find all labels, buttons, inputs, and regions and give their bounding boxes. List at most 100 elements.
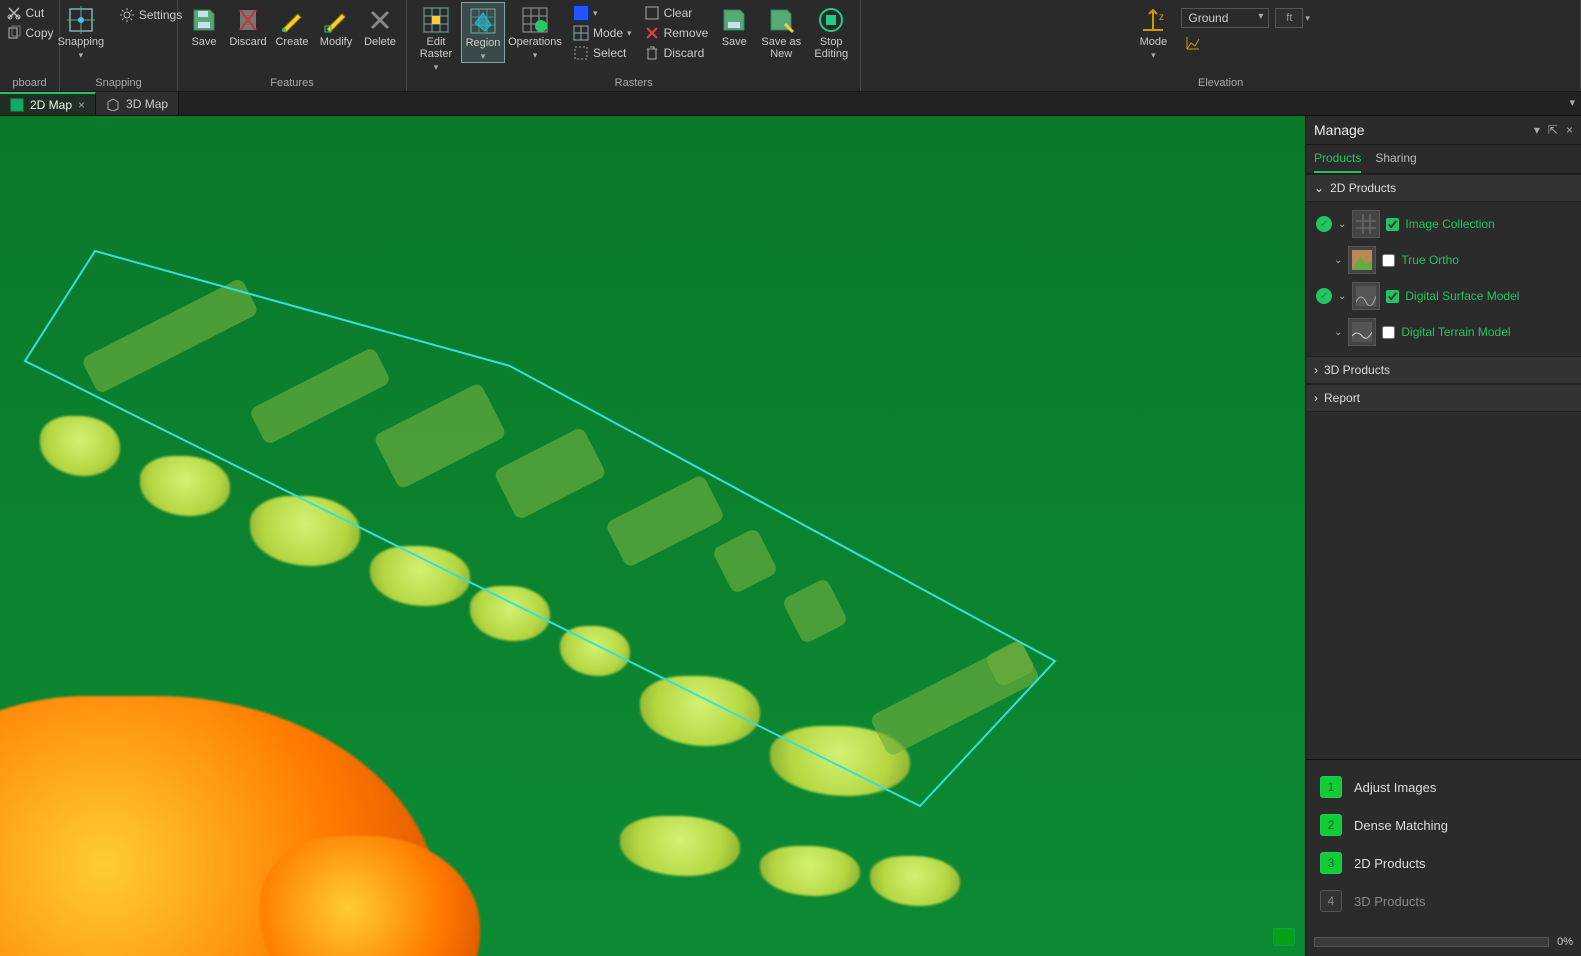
elevation-mode-button[interactable]: z Mode▾ bbox=[1131, 2, 1175, 61]
step-number: 3 bbox=[1320, 852, 1342, 874]
item-dtm[interactable]: ⌄ Digital Terrain Model bbox=[1314, 314, 1577, 350]
region-label: Region bbox=[466, 37, 501, 49]
pin-icon[interactable]: ⇱ bbox=[1548, 123, 1558, 137]
copy-label: Copy bbox=[26, 26, 54, 40]
dtm-checkbox[interactable] bbox=[1382, 326, 1395, 339]
image-collection-label: Image Collection bbox=[1405, 217, 1494, 231]
step-label: 2D Products bbox=[1354, 856, 1426, 871]
step-3d-products[interactable]: 43D Products bbox=[1314, 882, 1573, 920]
tab-3d-map[interactable]: 3D Map bbox=[96, 92, 179, 115]
raster-saveas-button[interactable]: Save as New bbox=[756, 2, 806, 60]
discard-icon bbox=[234, 6, 262, 34]
map-3d-icon bbox=[106, 97, 120, 111]
cut-button[interactable]: Cut bbox=[2, 4, 58, 22]
features-save-button[interactable]: Save bbox=[182, 2, 226, 48]
elevation-surface-select[interactable]: Ground bbox=[1181, 8, 1269, 28]
features-create-label: Create bbox=[275, 36, 308, 48]
pane-menu-icon[interactable]: ▾ bbox=[1534, 123, 1540, 137]
chevron-down-icon[interactable]: ⌄ bbox=[1334, 255, 1342, 266]
section-2d-products[interactable]: ⌄ 2D Products bbox=[1306, 174, 1581, 202]
chevron-down-icon[interactable]: ⌄ bbox=[1338, 291, 1346, 302]
dsm-thumb bbox=[1352, 282, 1380, 310]
chevron-down-icon[interactable]: ⌄ bbox=[1338, 219, 1346, 230]
save-icon bbox=[720, 6, 748, 34]
snapping-group-label: Snapping bbox=[60, 77, 177, 89]
section-3d-products[interactable]: › 3D Products bbox=[1306, 356, 1581, 384]
close-icon[interactable]: × bbox=[1566, 123, 1573, 137]
tab-products[interactable]: Products bbox=[1314, 151, 1361, 173]
operations-button[interactable]: Operations▾ bbox=[505, 2, 565, 61]
ribbon: Cut Copy pboard Snapping ▾ Settings Snap… bbox=[0, 0, 1581, 92]
dsm-checkbox[interactable] bbox=[1386, 290, 1399, 303]
dtm-thumb bbox=[1348, 318, 1376, 346]
edit-raster-button[interactable]: Edit Raster▾ bbox=[411, 2, 461, 73]
elevation-extra-button[interactable] bbox=[1181, 34, 1310, 52]
features-group-label: Features bbox=[178, 77, 406, 89]
rasters-group-label: Rasters bbox=[407, 77, 860, 89]
map-overview-icon[interactable] bbox=[1273, 928, 1295, 946]
elevation-group: z Mode▾ Ground ft ▾ Elevation bbox=[861, 0, 1581, 91]
section-report[interactable]: › Report bbox=[1306, 384, 1581, 412]
item-image-collection[interactable]: ✓ ⌄ Image Collection bbox=[1314, 206, 1577, 242]
image-collection-checkbox[interactable] bbox=[1386, 218, 1399, 231]
features-group: Save Discard Create Modify Delete Featur… bbox=[178, 0, 407, 91]
step-dense-matching[interactable]: 2 Dense Matching bbox=[1314, 806, 1573, 844]
raster-mode-label: Mode bbox=[593, 26, 623, 40]
raster-discard-button[interactable]: Discard bbox=[640, 44, 713, 62]
raster-color-button[interactable]: ▾ bbox=[569, 4, 636, 22]
snapping-group: Snapping ▾ Settings Snapping bbox=[60, 0, 178, 91]
delete-icon bbox=[366, 6, 394, 34]
chevron-down-icon: ▾ bbox=[627, 28, 632, 39]
step-2d-products[interactable]: 3 2D Products bbox=[1314, 844, 1573, 882]
gear-icon bbox=[119, 7, 135, 23]
features-create-button[interactable]: Create bbox=[270, 2, 314, 48]
snapping-settings-button[interactable]: Settings bbox=[115, 6, 186, 24]
raster-remove-button[interactable]: Remove bbox=[640, 24, 713, 42]
tab-3d-map-label: 3D Map bbox=[126, 97, 168, 111]
axis-icon bbox=[1185, 35, 1201, 51]
raster-saveas-label: Save as New bbox=[756, 36, 806, 60]
step-number: 2 bbox=[1320, 814, 1342, 836]
raster-mode-button[interactable]: Mode ▾ bbox=[569, 24, 636, 42]
features-modify-button[interactable]: Modify bbox=[314, 2, 358, 48]
operations-icon bbox=[521, 6, 549, 34]
raster-remove-label: Remove bbox=[664, 26, 709, 40]
manage-title: Manage bbox=[1314, 122, 1365, 138]
tabs-menu-icon[interactable]: ▾ bbox=[1569, 96, 1575, 109]
stop-editing-button[interactable]: Stop Editing bbox=[806, 2, 856, 60]
raster-clear-button[interactable]: Clear bbox=[640, 4, 713, 22]
features-delete-label: Delete bbox=[364, 36, 396, 48]
color-swatch-icon bbox=[573, 5, 589, 21]
chevron-right-icon: › bbox=[1314, 391, 1318, 405]
region-button[interactable]: Region▾ bbox=[461, 2, 505, 63]
raster-select-label: Select bbox=[593, 46, 626, 60]
elevation-unit[interactable]: ft bbox=[1275, 8, 1303, 28]
snapping-label: Snapping bbox=[58, 36, 105, 48]
create-icon bbox=[278, 6, 306, 34]
raster-clear-label: Clear bbox=[664, 6, 693, 20]
progress-bar bbox=[1314, 937, 1549, 947]
item-dsm[interactable]: ✓ ⌄ Digital Surface Model bbox=[1314, 278, 1577, 314]
tab-2d-map[interactable]: 2D Map × bbox=[0, 92, 96, 115]
close-icon[interactable]: × bbox=[78, 98, 85, 112]
step-label: Dense Matching bbox=[1354, 818, 1448, 833]
raster-save-label: Save bbox=[722, 36, 747, 48]
snapping-button[interactable]: Snapping ▾ bbox=[51, 2, 111, 61]
features-delete-button[interactable]: Delete bbox=[358, 2, 402, 48]
elevation-group-label: Elevation bbox=[861, 77, 1580, 89]
step-adjust-images[interactable]: 1Adjust Images bbox=[1314, 768, 1573, 806]
copy-button[interactable]: Copy bbox=[2, 24, 58, 42]
item-true-ortho[interactable]: ⌄ True Ortho bbox=[1314, 242, 1577, 278]
raster-select-button[interactable]: Select bbox=[569, 44, 636, 62]
raster-save-button[interactable]: Save bbox=[712, 2, 756, 48]
chevron-down-icon: ▾ bbox=[1151, 50, 1156, 61]
features-discard-button[interactable]: Discard bbox=[226, 2, 270, 48]
map-viewport[interactable] bbox=[0, 116, 1305, 956]
step-label: Adjust Images bbox=[1354, 780, 1436, 795]
chevron-down-icon[interactable]: ⌄ bbox=[1334, 327, 1342, 338]
tab-sharing[interactable]: Sharing bbox=[1375, 151, 1416, 173]
true-ortho-checkbox[interactable] bbox=[1382, 254, 1395, 267]
manage-tabs: Products Sharing bbox=[1306, 145, 1581, 174]
selection-polygon bbox=[0, 116, 1305, 956]
region-icon bbox=[469, 7, 497, 35]
